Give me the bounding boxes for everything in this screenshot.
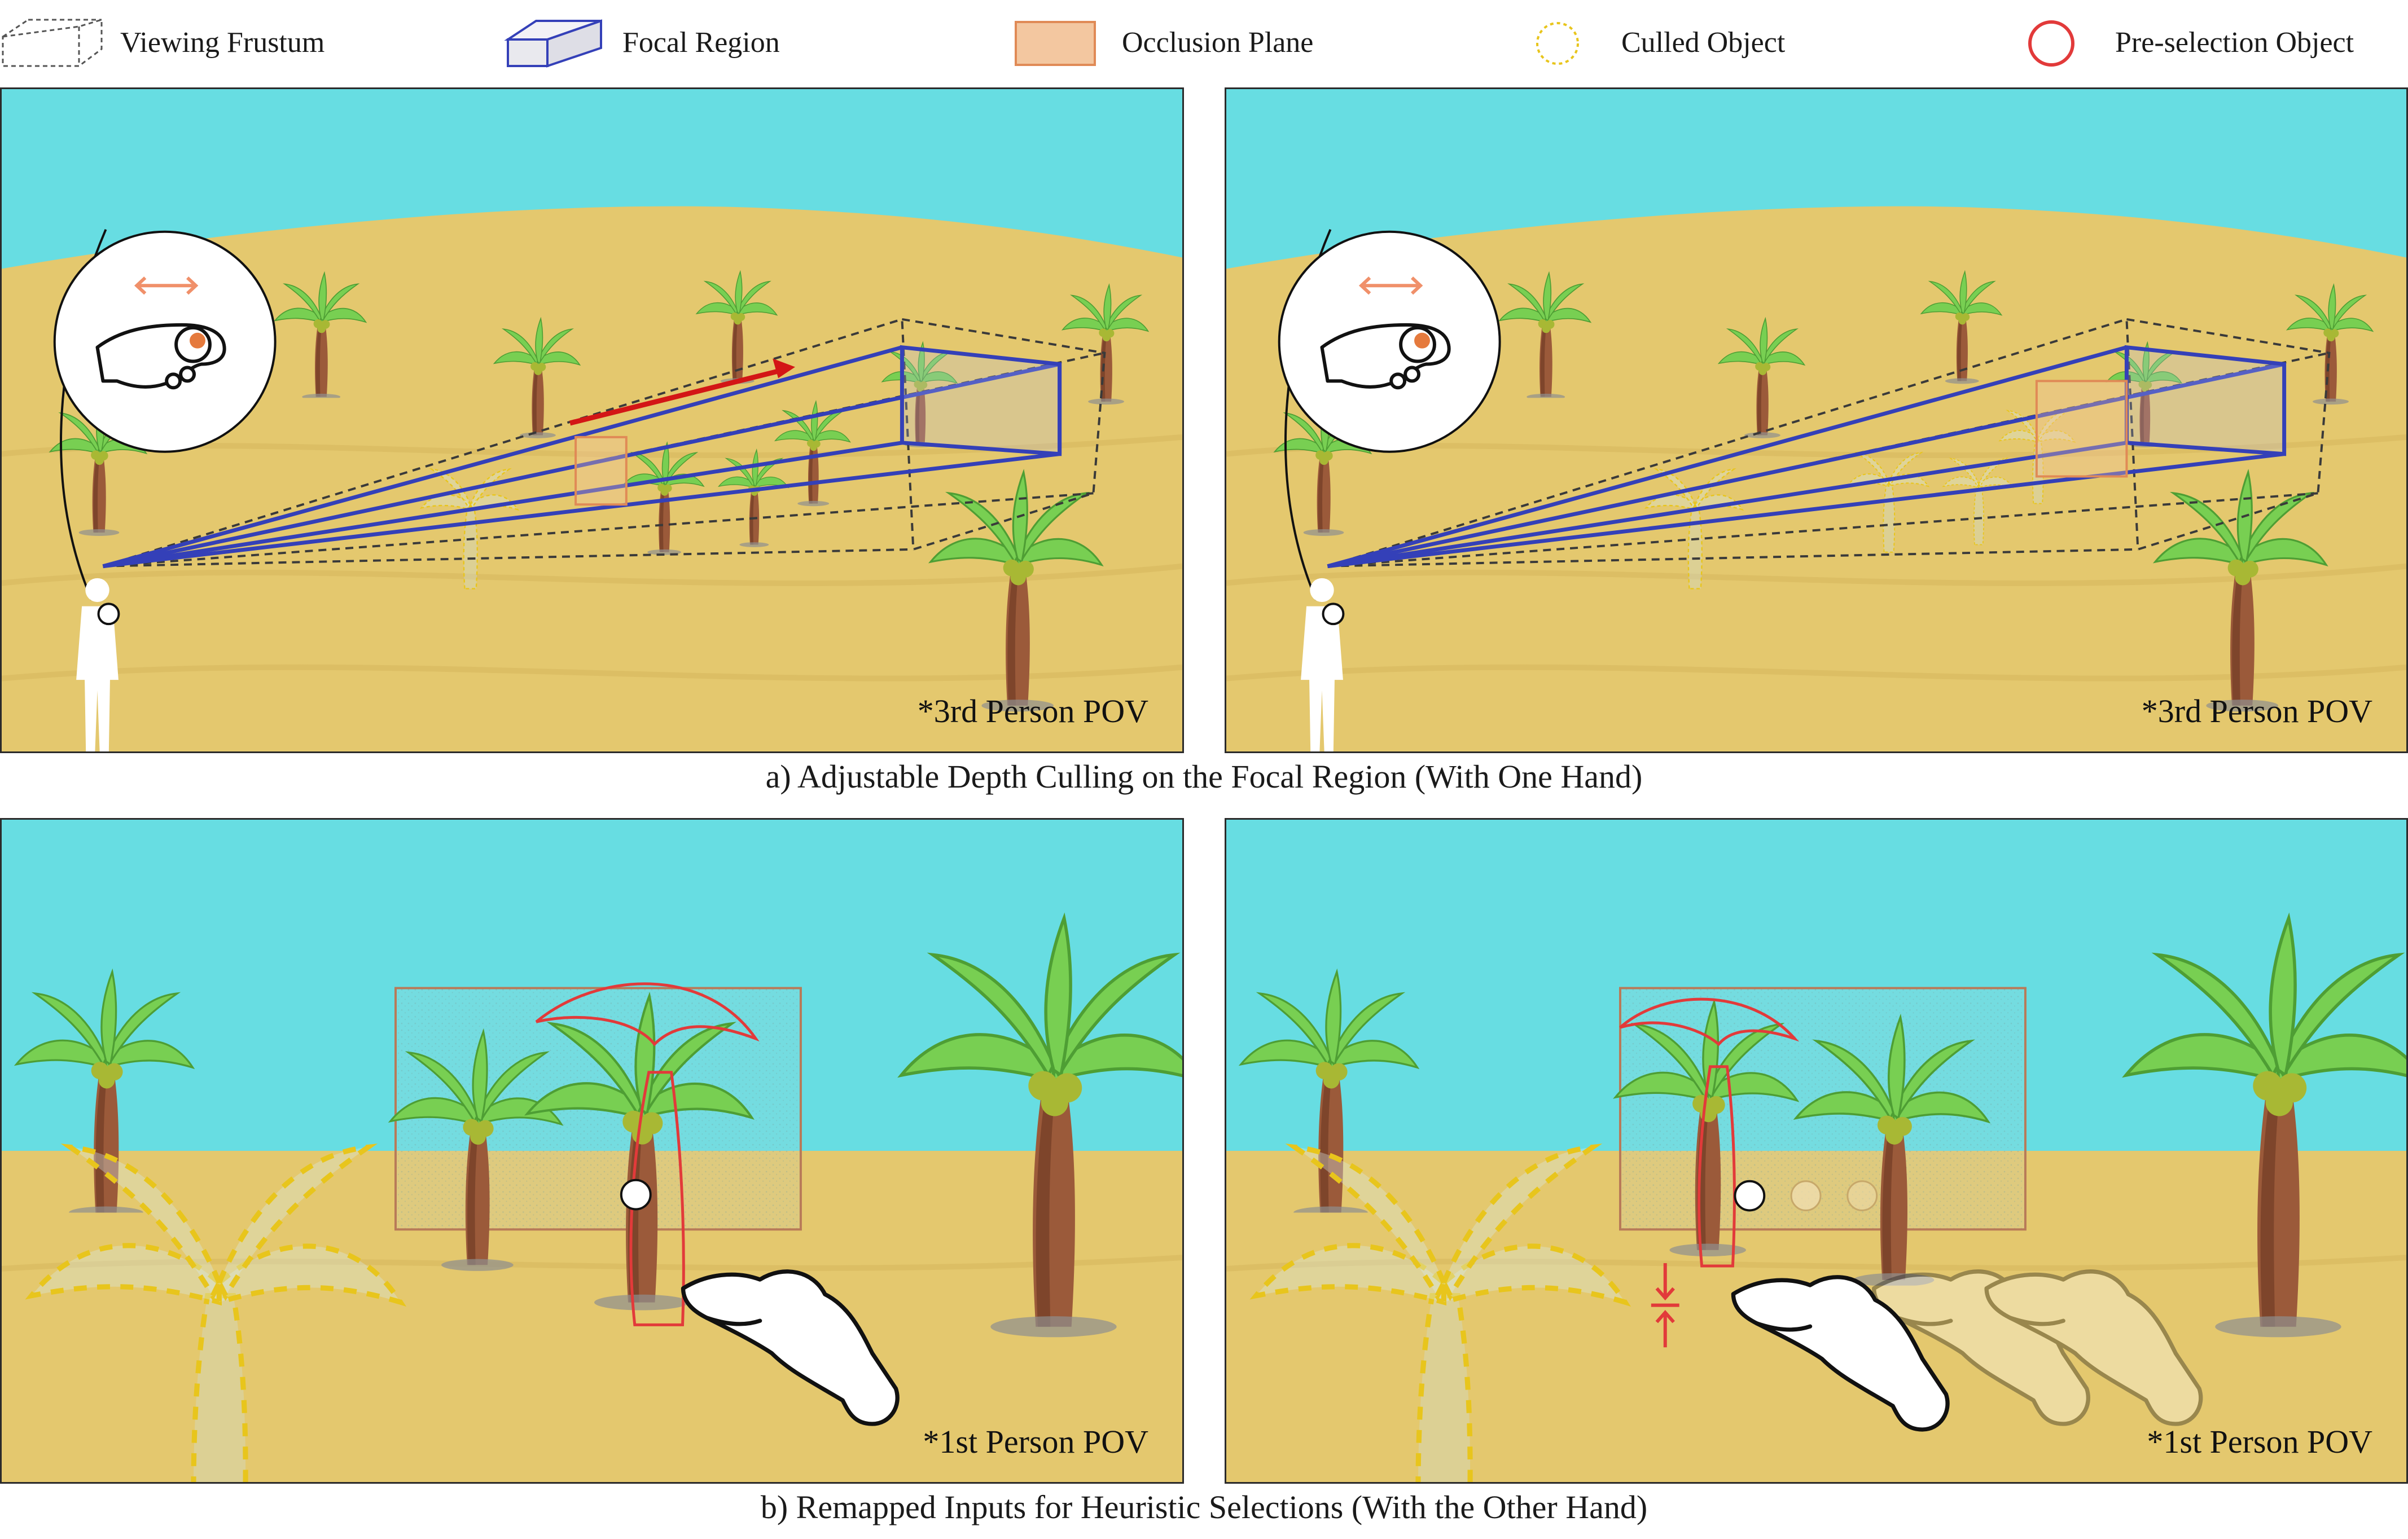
panel-top-right: *3rd Person POV [1225,87,2408,753]
legend-item-frustum: Viewing Frustum [0,11,324,73]
pov-label: *3rd Person POV [2141,693,2372,729]
caption-a: a) Adjustable Depth Culling on the Focal… [765,758,1643,795]
culled-object-icon [1536,22,1579,65]
pov-label: *1st Person POV [923,1423,1148,1460]
pov-label: *1st Person POV [2147,1423,2372,1460]
occlusion-plane [2035,380,2128,478]
occlusion-plane [574,436,628,506]
selection-cursor-ghost [1846,1180,1878,1211]
legend-item-culled-object: Culled Object [1501,11,1785,73]
hand-controller-icon [55,232,275,452]
scene-bottom-right [1226,820,2406,1482]
legend-item-preselection-object: Pre-selection Object [1995,11,2354,73]
selection-cursor [620,1179,652,1211]
hand-controller-icon [1279,232,1500,452]
legend-label-focal-region: Focal Region [622,26,780,59]
scene-top-left [2,89,1182,751]
legend-label-frustum: Viewing Frustum [120,26,325,59]
panel-bottom-left: *1st Person POV [0,818,1184,1484]
selection-cursor [1734,1180,1766,1212]
legend-label-preselection-object: Pre-selection Object [2115,26,2354,59]
legend-item-focal-region: Focal Region [502,11,780,73]
caption-b: b) Remapped Inputs for Heuristic Selecti… [760,1489,1648,1525]
legend-label-culled-object: Culled Object [1621,26,1786,59]
scene-top-right [1226,89,2406,751]
preselection-object-icon [2028,20,2074,67]
legend-item-occlusion-plane: Occlusion Plane [1002,11,1313,73]
selection-cursor-ghost [1790,1180,1822,1211]
occlusion-plane-icon [1015,21,1096,66]
legend: Viewing Frustum Focal Region Occlusion P… [0,0,2408,85]
scene-bottom-left [2,820,1182,1482]
legend-label-occlusion-plane: Occlusion Plane [1122,26,1314,59]
frustum-icon [2,18,103,67]
pov-label: *3rd Person POV [917,693,1148,729]
panel-top-left: *3rd Person POV [0,87,1184,753]
focal-region-icon [504,19,602,68]
panel-bottom-right: *1st Person POV [1225,818,2408,1484]
